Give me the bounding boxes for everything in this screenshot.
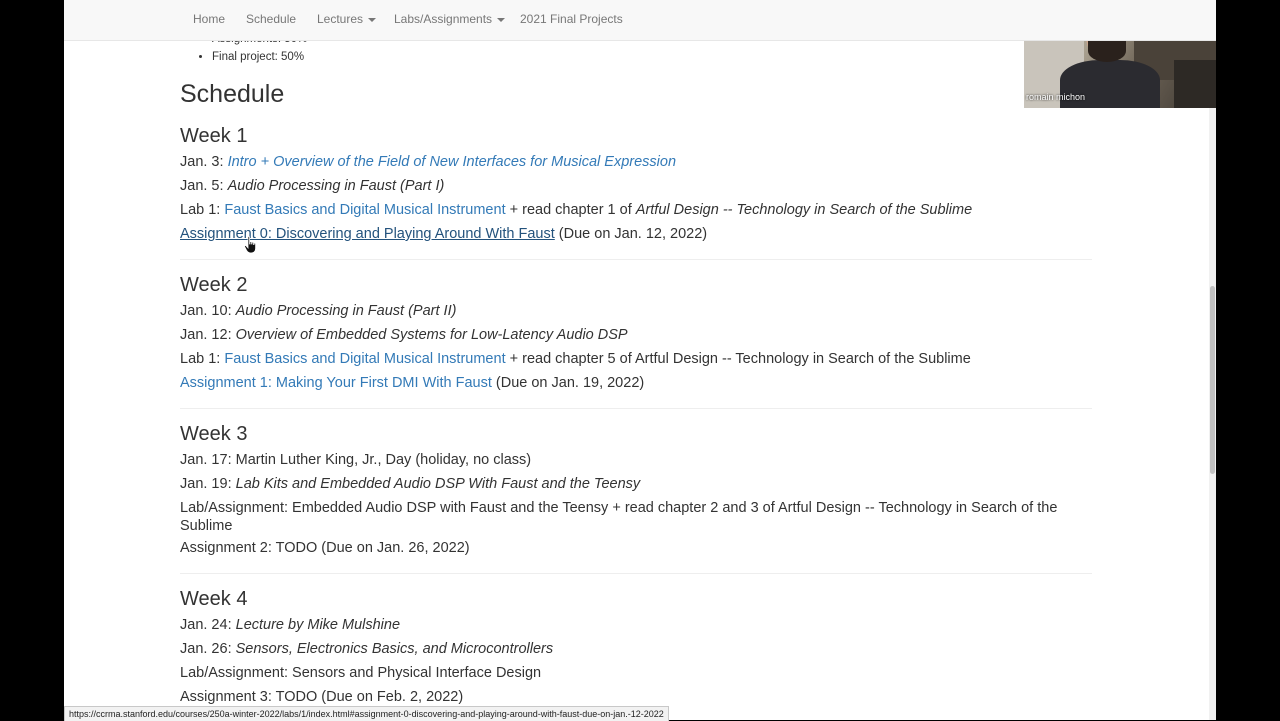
- entry-date: Jan. 12:: [180, 327, 236, 343]
- schedule-entry: Lab 1: Faust Basics and Digital Musical …: [180, 201, 972, 219]
- schedule-entry: Lab/Assignment: Sensors and Physical Int…: [180, 665, 542, 681]
- top-navbar: Home Schedule Lectures Labs/Assignments …: [64, 0, 1216, 41]
- schedule-entry: Assignment 0: Discovering and Playing Ar…: [180, 225, 707, 243]
- nav-labs-label: Labs/Assignments: [394, 12, 493, 26]
- entry-label: Lab 1:: [180, 202, 225, 218]
- divider: [180, 408, 1092, 409]
- divider: [180, 259, 1092, 260]
- nav-2021-final-projects[interactable]: 2021 Final Projects: [520, 12, 623, 26]
- lab-link[interactable]: Faust Basics and Digital Musical Instrum…: [224, 202, 505, 218]
- page-scrollbar[interactable]: [1209, 0, 1216, 720]
- schedule-entry: Jan. 26: Sensors, Electronics Basics, an…: [180, 640, 553, 658]
- grading-item: Final project: 50%: [212, 48, 307, 66]
- entry-date: Jan. 10:: [180, 303, 236, 319]
- entry-label: Lab 1:: [180, 351, 225, 367]
- entry-date: Jan. 5:: [180, 178, 228, 194]
- schedule-entry: Jan. 17: Martin Luther King, Jr., Day (h…: [180, 452, 532, 468]
- assignment-link[interactable]: Assignment 0: Discovering and Playing Ar…: [180, 226, 555, 242]
- lecture-title: Sensors, Electronics Basics, and Microco…: [235, 641, 554, 657]
- entry-date: Jan. 3:: [180, 154, 228, 170]
- assignment-link[interactable]: Assignment 1: Making Your First DMI With…: [180, 375, 492, 391]
- browser-page: Home Schedule Lectures Labs/Assignments …: [64, 0, 1216, 720]
- nav-lectures-label: Lectures: [317, 12, 364, 26]
- book-title: Artful Design -- Technology in Search of…: [635, 202, 973, 218]
- hand-pointer-icon: [244, 236, 256, 254]
- caret-down-icon: [368, 17, 377, 22]
- entry-date: Jan. 26:: [180, 641, 236, 657]
- participant-name: romain michon: [1026, 92, 1086, 102]
- schedule-entry: Assignment 3: TODO (Due on Feb. 2, 2022): [180, 689, 464, 705]
- schedule-entry: Jan. 5: Audio Processing in Faust (Part …: [180, 177, 444, 195]
- schedule-entry: Assignment 1: Making Your First DMI With…: [180, 374, 644, 392]
- week-2-heading: Week 2: [180, 274, 248, 296]
- week-3-heading: Week 3: [180, 423, 248, 445]
- nav-labs-assignments-dropdown[interactable]: Labs/Assignments: [394, 12, 506, 26]
- week-4-heading: Week 4: [180, 588, 248, 610]
- entry-date: Jan. 19:: [180, 476, 236, 492]
- due-date: (Due on Jan. 19, 2022): [491, 375, 645, 391]
- schedule-entry: Jan. 12: Overview of Embedded Systems fo…: [180, 326, 628, 344]
- webcam-background: [1174, 60, 1216, 108]
- scrollbar-thumb[interactable]: [1210, 286, 1215, 474]
- schedule-entry: Assignment 2: TODO (Due on Jan. 26, 2022…: [180, 540, 470, 556]
- lecture-title: Lecture by Mike Mulshine: [235, 617, 401, 633]
- schedule-entry: Lab/Assignment: Embedded Audio DSP with …: [180, 500, 1058, 534]
- lab-link[interactable]: Faust Basics and Digital Musical Instrum…: [224, 351, 505, 367]
- schedule-entry: Jan. 19: Lab Kits and Embedded Audio DSP…: [180, 475, 640, 493]
- entry-date: Jan. 24:: [180, 617, 236, 633]
- entry-text: + read chapter 1 of: [505, 202, 636, 218]
- due-date: (Due on Jan. 12, 2022): [554, 226, 708, 242]
- schedule-entry: Jan. 3: Intro + Overview of the Field of…: [180, 153, 676, 171]
- entry-text: + read chapter 5 of Artful Design -- Tec…: [505, 351, 971, 367]
- schedule-heading: Schedule: [180, 80, 285, 108]
- participant-figure: [1088, 40, 1126, 62]
- lecture-title: Audio Processing in Faust (Part II): [235, 303, 457, 319]
- link-status-bar: https://ccrma.stanford.edu/courses/250a-…: [64, 706, 669, 721]
- schedule-entry: Jan. 10: Audio Processing in Faust (Part…: [180, 302, 456, 320]
- lecture-title: Overview of Embedded Systems for Low-Lat…: [235, 327, 628, 343]
- caret-down-icon: [497, 17, 506, 22]
- lecture-title: Audio Processing in Faust (Part I): [227, 178, 445, 194]
- nav-schedule[interactable]: Schedule: [246, 12, 296, 26]
- lecture-link-label: Intro + Overview of the Field of New Int…: [227, 154, 677, 170]
- schedule-entry: Jan. 24: Lecture by Mike Mulshine: [180, 616, 400, 634]
- lecture-link[interactable]: Intro + Overview of the Field of New Int…: [228, 154, 676, 170]
- lecture-title: Lab Kits and Embedded Audio DSP With Fau…: [235, 476, 641, 492]
- nav-lectures-dropdown[interactable]: Lectures: [317, 12, 377, 26]
- schedule-entry: Lab 1: Faust Basics and Digital Musical …: [180, 350, 971, 368]
- week-1-heading: Week 1: [180, 125, 248, 147]
- nav-home[interactable]: Home: [193, 12, 225, 26]
- divider: [180, 573, 1092, 574]
